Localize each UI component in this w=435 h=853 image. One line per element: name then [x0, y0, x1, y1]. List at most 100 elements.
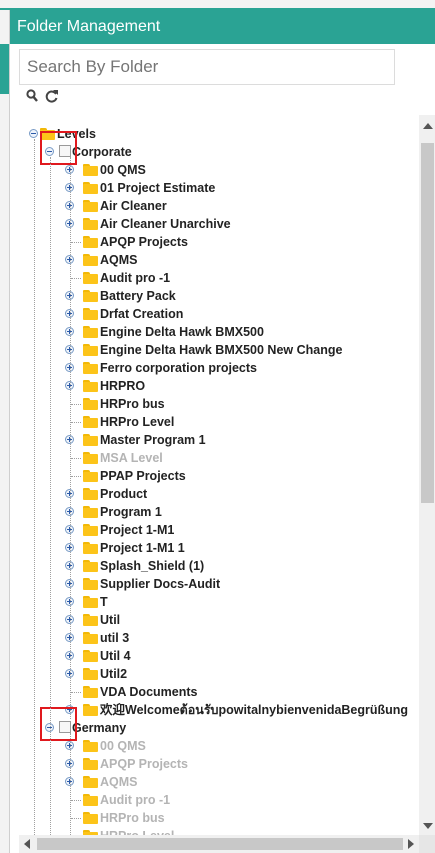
vertical-scroll-thumb[interactable]: [421, 143, 434, 503]
tree-node-label: Product: [100, 487, 148, 501]
tree-node-folder[interactable]: 00 QMS: [19, 161, 419, 179]
folder-icon: [83, 452, 98, 464]
tree-node-label: Engine Delta Hawk BMX500 New Change: [100, 343, 343, 357]
scroll-up-arrow-icon[interactable]: [423, 123, 433, 129]
tree-node-group[interactable]: Germany: [19, 719, 419, 737]
tree-node-folder[interactable]: HRPro Level: [19, 413, 419, 431]
folder-icon: [83, 758, 98, 770]
tree-node-label: T: [100, 595, 108, 609]
tree-node-folder[interactable]: Util: [19, 611, 419, 629]
tree-node-label: Util: [100, 613, 121, 627]
scroll-right-arrow-icon[interactable]: [408, 839, 414, 849]
tree-node-label: Supplier Docs-Audit: [100, 577, 221, 591]
tree-node-folder[interactable]: PPAP Projects: [19, 467, 419, 485]
tree-node-folder[interactable]: Util 4: [19, 647, 419, 665]
tree-node-folder[interactable]: APQP Projects: [19, 755, 419, 773]
horizontal-scrollbar[interactable]: [19, 835, 419, 853]
folder-body: [83, 202, 98, 212]
dialog-title: Folder Management: [10, 10, 435, 44]
tree-node-folder[interactable]: Drfat Creation: [19, 305, 419, 323]
vertical-scrollbar[interactable]: [419, 115, 435, 835]
folder-body: [83, 526, 98, 536]
tree-node-label: Splash_Shield (1): [100, 559, 205, 573]
folder-icon: [83, 542, 98, 554]
search-folder-input[interactable]: [19, 49, 395, 85]
folder-icon: [83, 704, 98, 716]
folder-icon: [83, 650, 98, 662]
horizontal-scroll-thumb[interactable]: [37, 838, 403, 850]
tree-node-folder[interactable]: T: [19, 593, 419, 611]
folder-body: [83, 742, 98, 752]
tree-node-label: AQMS: [100, 253, 138, 267]
tree-node-folder[interactable]: VDA Documents: [19, 683, 419, 701]
tree-node-folder[interactable]: Engine Delta Hawk BMX500 New Change: [19, 341, 419, 359]
background-page: [0, 0, 435, 8]
tree-node-label: HRPro bus: [100, 811, 165, 825]
folder-body: [83, 652, 98, 662]
folder-body: [83, 346, 98, 356]
collapse-icon[interactable]: [29, 129, 38, 138]
tree-node-label: MSA Level: [100, 451, 163, 465]
tree-node-folder[interactable]: Air Cleaner: [19, 197, 419, 215]
folder-icon: [83, 182, 98, 194]
folder-icon: [83, 740, 98, 752]
folder-icon: [83, 200, 98, 212]
tree-node-folder[interactable]: Audit pro -1: [19, 269, 419, 287]
scroll-left-arrow-icon[interactable]: [24, 839, 30, 849]
tree-node-label: Program 1: [100, 505, 162, 519]
folder-icon: [83, 776, 98, 788]
tree-node-root[interactable]: Levels: [19, 125, 419, 143]
tree-node-folder[interactable]: Engine Delta Hawk BMX500: [19, 323, 419, 341]
folder-icon: [83, 398, 98, 410]
folder-icon: [83, 344, 98, 356]
tree-node-folder[interactable]: Project 1-M1 1: [19, 539, 419, 557]
tree-node-label: PPAP Projects: [100, 469, 186, 483]
tree-node-label: Corporate: [72, 145, 132, 159]
tree-node-folder[interactable]: 00 QMS: [19, 737, 419, 755]
tree-node-folder[interactable]: Project 1-M1: [19, 521, 419, 539]
tree-node-folder[interactable]: Supplier Docs-Audit: [19, 575, 419, 593]
tree-node-folder[interactable]: HRPRO: [19, 377, 419, 395]
tree-node-folder[interactable]: HRPro Level: [19, 827, 419, 835]
folder-icon: [83, 812, 98, 824]
folder-body: [83, 580, 98, 590]
folder-body: [83, 814, 98, 824]
refresh-icon[interactable]: [45, 89, 59, 103]
tree-node-folder[interactable]: Program 1: [19, 503, 419, 521]
folder-icon: [83, 470, 98, 482]
scroll-down-arrow-icon[interactable]: [423, 823, 433, 829]
tree-node-label: 00 QMS: [100, 163, 146, 177]
tree-node-group[interactable]: Corporate: [19, 143, 419, 161]
folder-body: [83, 544, 98, 554]
folder-body: [83, 220, 98, 230]
tree-node-folder[interactable]: 欢迎Welcomeต้อนรับpowitalnybienvenidaBegrü…: [19, 701, 419, 719]
search-icon[interactable]: [26, 89, 38, 103]
tree-node-folder[interactable]: APQP Projects: [19, 233, 419, 251]
folder-body: [83, 436, 98, 446]
folder-body: [83, 490, 98, 500]
tree-node-folder[interactable]: util 3: [19, 629, 419, 647]
tree-node-folder[interactable]: Product: [19, 485, 419, 503]
tree-toolbar: [26, 89, 62, 105]
tree-node-folder[interactable]: Master Program 1: [19, 431, 419, 449]
tree-node-folder[interactable]: 01 Project Estimate: [19, 179, 419, 197]
tree-node-label: Master Program 1: [100, 433, 206, 447]
tree-node-folder[interactable]: Battery Pack: [19, 287, 419, 305]
tree-node-label: Project 1-M1: [100, 523, 175, 537]
folder-icon: [83, 362, 98, 374]
tree-connector-vertical: [70, 157, 71, 719]
tree-node-folder[interactable]: Audit pro -1: [19, 791, 419, 809]
folder-body: [83, 670, 98, 680]
tree-node-folder[interactable]: MSA Level: [19, 449, 419, 467]
tree-node-folder[interactable]: AQMS: [19, 251, 419, 269]
folder-body: [83, 562, 98, 572]
tree-node-folder[interactable]: Air Cleaner Unarchive: [19, 215, 419, 233]
folder-icon: [83, 506, 98, 518]
tree-node-folder[interactable]: Util2: [19, 665, 419, 683]
tree-node-folder[interactable]: Splash_Shield (1): [19, 557, 419, 575]
tree-node-folder[interactable]: HRPro bus: [19, 809, 419, 827]
tree-node-folder[interactable]: Ferro corporation projects: [19, 359, 419, 377]
scrollbar-corner: [419, 835, 435, 853]
tree-node-folder[interactable]: HRPro bus: [19, 395, 419, 413]
tree-node-folder[interactable]: AQMS: [19, 773, 419, 791]
